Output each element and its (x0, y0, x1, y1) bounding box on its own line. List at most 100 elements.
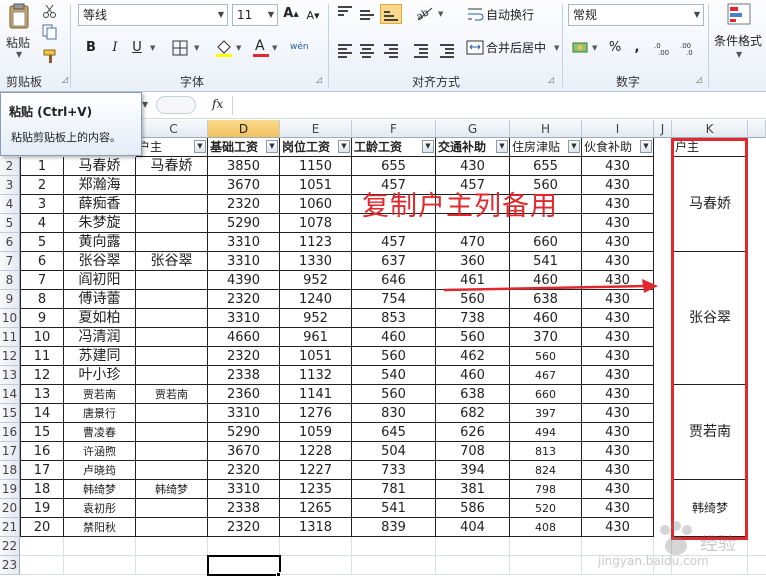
dialog-launcher-icon[interactable]: ◿ (316, 75, 322, 84)
paste-button[interactable]: 粘贴 ▼ (2, 2, 36, 70)
merge-center-button[interactable]: 合并后居中 (466, 38, 566, 58)
column-header-j[interactable]: J (654, 120, 672, 138)
grow-font-button[interactable]: A▲ (283, 4, 299, 24)
row-header[interactable]: 18 (0, 461, 20, 480)
value-cell-e[interactable]: 1051 (280, 176, 352, 195)
name-cell[interactable]: 卢晓筠 (64, 461, 136, 480)
value-cell-e[interactable]: 1265 (280, 499, 352, 518)
value-cell-i[interactable]: 430 (582, 347, 654, 366)
value-cell-d[interactable]: 2320 (208, 518, 280, 537)
filter-dropdown-icon[interactable]: ▼ (338, 140, 350, 153)
value-cell-f[interactable]: 560 (352, 347, 436, 366)
value-cell-h[interactable]: 824 (510, 461, 582, 480)
index-cell[interactable]: 1 (20, 157, 64, 176)
owner-cell[interactable] (136, 518, 208, 537)
value-cell-i[interactable]: 430 (582, 461, 654, 480)
value-cell-e[interactable]: 1060 (280, 195, 352, 214)
row-header[interactable]: 23 (0, 556, 20, 575)
row-header[interactable]: 8 (0, 271, 20, 290)
conditional-formatting-button[interactable]: 条件格式 ▼ (712, 2, 766, 70)
value-cell-d[interactable]: 3310 (208, 480, 280, 499)
fill-color-button[interactable] (214, 38, 234, 58)
column-header-d[interactable]: D (208, 120, 280, 138)
value-cell-f[interactable]: 830 (352, 404, 436, 423)
value-cell-i[interactable]: 430 (582, 328, 654, 347)
copy-button[interactable] (42, 24, 62, 40)
align-right-icon[interactable] (384, 42, 398, 60)
align-top-icon[interactable] (338, 4, 352, 18)
name-cell[interactable]: 叶小珍 (64, 366, 136, 385)
formula-input[interactable] (232, 96, 766, 115)
column-header-g[interactable]: G (436, 120, 510, 138)
value-cell-g[interactable]: 460 (436, 366, 510, 385)
row-header[interactable]: 14 (0, 385, 20, 404)
value-cell-i[interactable]: 430 (582, 214, 654, 233)
value-cell-h[interactable]: 467 (510, 366, 582, 385)
row-header[interactable]: 15 (0, 404, 20, 423)
value-cell-g[interactable]: 381 (436, 480, 510, 499)
value-cell-d[interactable]: 2360 (208, 385, 280, 404)
name-cell[interactable]: 曹凌春 (64, 423, 136, 442)
value-cell-f[interactable]: 504 (352, 442, 436, 461)
value-cell-i[interactable]: 430 (582, 252, 654, 271)
value-cell-h[interactable]: 660 (510, 385, 582, 404)
value-cell-e[interactable]: 1227 (280, 461, 352, 480)
name-cell[interactable]: 冯清润 (64, 328, 136, 347)
index-cell[interactable]: 14 (20, 404, 64, 423)
percent-button[interactable]: % (606, 38, 624, 58)
wrap-text-button[interactable]: 自动换行 (466, 4, 566, 24)
name-cell[interactable]: 夏如柏 (64, 309, 136, 328)
owner-cell[interactable]: 张谷翠 (136, 252, 208, 271)
index-cell[interactable]: 12 (20, 366, 64, 385)
value-cell-d[interactable]: 3310 (208, 309, 280, 328)
index-cell[interactable]: 16 (20, 442, 64, 461)
owner-cell[interactable] (136, 309, 208, 328)
value-cell-e[interactable]: 1141 (280, 385, 352, 404)
row-header[interactable]: 20 (0, 499, 20, 518)
value-cell-d[interactable]: 2338 (208, 366, 280, 385)
value-cell-f[interactable]: 540 (352, 366, 436, 385)
column-header-f[interactable]: F (352, 120, 436, 138)
row-header[interactable]: 10 (0, 309, 20, 328)
value-cell-d[interactable]: 2320 (208, 290, 280, 309)
filter-dropdown-icon[interactable]: ▼ (194, 140, 206, 153)
owner-cell[interactable] (136, 214, 208, 233)
value-cell-f[interactable]: 839 (352, 518, 436, 537)
value-cell-e[interactable]: 1051 (280, 347, 352, 366)
row-header[interactable]: 6 (0, 233, 20, 252)
owner-cell[interactable] (136, 442, 208, 461)
owner-cell[interactable] (136, 176, 208, 195)
index-cell[interactable]: 10 (20, 328, 64, 347)
value-cell-h[interactable]: 560 (510, 347, 582, 366)
value-cell-f[interactable]: 541 (352, 499, 436, 518)
owner-cell[interactable] (136, 328, 208, 347)
value-cell-h[interactable]: 520 (510, 499, 582, 518)
value-cell-i[interactable]: 430 (582, 404, 654, 423)
chevron-down-icon[interactable]: ▼ (592, 44, 597, 52)
value-cell-i[interactable]: 430 (582, 385, 654, 404)
owner-cell[interactable] (136, 290, 208, 309)
increase-decimal-button[interactable]: .0.00 (654, 40, 674, 57)
value-cell-f[interactable]: 637 (352, 252, 436, 271)
index-cell[interactable]: 17 (20, 461, 64, 480)
column-header-k[interactable]: K (672, 120, 748, 138)
value-cell-g[interactable]: 404 (436, 518, 510, 537)
value-cell-f[interactable]: 733 (352, 461, 436, 480)
value-cell-d[interactable]: 3670 (208, 176, 280, 195)
value-cell-i[interactable]: 430 (582, 233, 654, 252)
row-header[interactable]: 3 (0, 176, 20, 195)
value-cell-d[interactable]: 2320 (208, 461, 280, 480)
dialog-launcher-icon[interactable]: ◿ (696, 75, 702, 84)
name-cell[interactable]: 许涵煦 (64, 442, 136, 461)
value-cell-e[interactable]: 952 (280, 309, 352, 328)
row-header[interactable]: 2 (0, 157, 20, 176)
function-icon[interactable]: fx (212, 97, 223, 111)
dialog-launcher-icon[interactable]: ◿ (62, 75, 68, 84)
value-cell-e[interactable]: 1318 (280, 518, 352, 537)
owner-cell[interactable] (136, 499, 208, 518)
row-header[interactable]: 22 (0, 537, 20, 556)
chevron-down-icon[interactable]: ▼ (554, 44, 559, 52)
name-cell[interactable]: 阎初阳 (64, 271, 136, 290)
index-cell[interactable]: 7 (20, 271, 64, 290)
column-header-i[interactable]: I (582, 120, 654, 138)
